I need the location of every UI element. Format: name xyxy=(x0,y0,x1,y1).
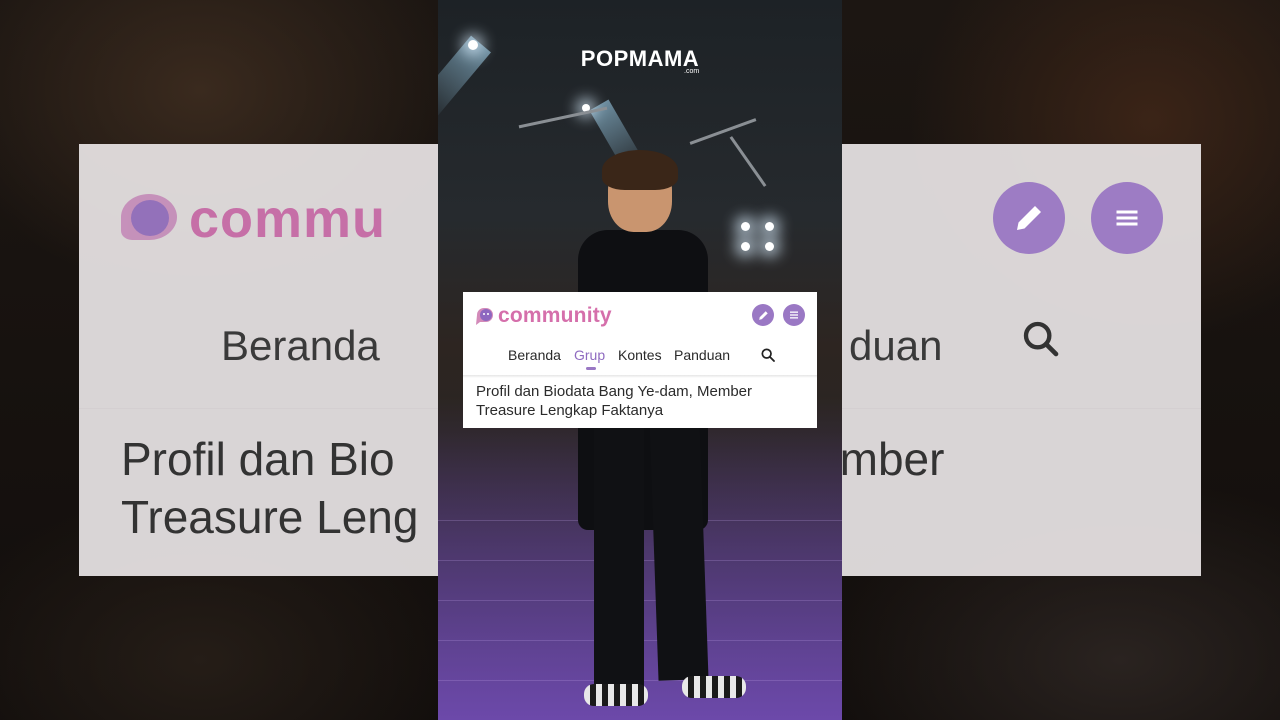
active-tab-indicator xyxy=(586,367,596,370)
stage-truss xyxy=(729,136,767,187)
performer-shoe xyxy=(682,676,746,698)
stage-truss xyxy=(689,118,757,145)
performer-leg xyxy=(594,420,644,690)
popmama-logo: POPMAMA xyxy=(580,46,700,71)
pencil-icon xyxy=(758,310,768,320)
blurred-nav-beranda: Beranda xyxy=(221,322,380,369)
blurred-search-icon xyxy=(1023,321,1059,357)
tab-grup[interactable]: Grup xyxy=(574,347,605,363)
blurred-pencil-icon xyxy=(993,182,1065,254)
stage-light xyxy=(765,222,774,231)
blurred-logo-text: commu xyxy=(189,189,387,249)
tab-panduan[interactable]: Panduan xyxy=(674,347,730,363)
community-logo-icon xyxy=(476,308,493,325)
menu-icon xyxy=(790,311,798,319)
stage-light xyxy=(741,242,750,251)
menu-button[interactable] xyxy=(783,304,805,326)
blurred-logo-icon xyxy=(121,194,177,240)
performer-shoe xyxy=(584,684,648,706)
performer-hair xyxy=(602,150,678,190)
tab-beranda[interactable]: Beranda xyxy=(508,347,561,363)
blurred-nav-panduan: duan xyxy=(849,322,943,369)
write-button[interactable] xyxy=(752,304,774,326)
community-header: community Beranda Grup Kontes Panduan xyxy=(463,292,817,376)
article-title[interactable]: Profil dan Biodata Bang Ye-dam, Member T… xyxy=(476,382,806,420)
popmama-logo-suffix: .com xyxy=(684,68,700,75)
header-shadow xyxy=(463,375,817,378)
search-icon[interactable] xyxy=(760,347,776,363)
blurred-menu-icon xyxy=(1091,182,1163,254)
community-logo[interactable]: community xyxy=(475,304,612,328)
tab-kontes[interactable]: Kontes xyxy=(618,347,662,363)
performer-leg xyxy=(649,419,709,681)
stage-light xyxy=(741,222,750,231)
community-card: community Beranda Grup Kontes Panduan Pr xyxy=(463,292,817,428)
stage-light xyxy=(765,242,774,251)
community-logo-text: community xyxy=(498,304,612,327)
